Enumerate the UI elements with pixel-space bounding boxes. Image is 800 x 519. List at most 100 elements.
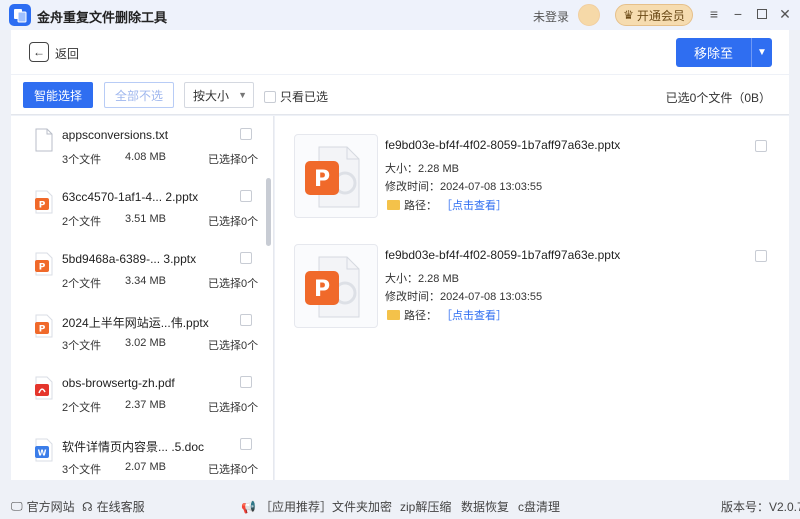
service-label: 在线客服: [96, 500, 145, 514]
avatar[interactable]: [578, 4, 600, 26]
file-size: 大小：2.28 MB: [385, 273, 459, 285]
group-checkbox[interactable]: [240, 438, 252, 450]
cclean-link[interactable]: c盘清理: [518, 498, 560, 515]
group-count: 3个文件: [62, 464, 102, 476]
monitor-icon: 🖵: [11, 499, 23, 513]
only-selected-toggle[interactable]: 只看已选: [264, 88, 328, 105]
group-selected: 已选择0个: [208, 340, 259, 352]
website-label: 官方网站: [26, 500, 75, 514]
view-path-link[interactable]: ［点击查看］: [441, 307, 507, 323]
group-name: 软件详情页内容景... .5.doc: [62, 440, 205, 454]
toolbar: 智能选择 全部不选 按大小 ▼ 只看已选 已选0个文件（0B）: [11, 75, 789, 115]
group-checkbox[interactable]: [240, 252, 252, 264]
only-selected-label: 只看已选: [280, 90, 329, 104]
back-button[interactable]: ←: [29, 42, 49, 62]
minimize-icon[interactable]: −: [730, 6, 746, 22]
title-bar: 金舟重复文件删除工具 未登录 ♛ 开通会员 ≡ − ✕: [0, 0, 800, 30]
pptx-preview-icon: P: [294, 134, 378, 218]
group-size: 2.07 MB: [125, 461, 166, 473]
doc-file-icon: W: [35, 438, 53, 462]
view-path-link[interactable]: ［点击查看］: [441, 197, 507, 213]
svg-text:W: W: [38, 449, 47, 458]
group-size: 2.37 MB: [125, 399, 166, 411]
recommend-label: ［应用推荐］: [259, 500, 332, 514]
group-list: appsconversions.txt 3个文件 4.08 MB 已选择0个 P…: [11, 116, 274, 480]
group-name: 2024上半年网站运...伟.pptx: [62, 316, 209, 330]
login-status[interactable]: 未登录: [533, 8, 569, 25]
close-icon[interactable]: ✕: [777, 6, 793, 22]
move-to-button[interactable]: 移除至 ▼: [676, 38, 772, 67]
svg-text:P: P: [39, 263, 46, 273]
group-item[interactable]: P 2024上半年网站运...伟.pptx 3个文件 3.02 MB 已选择0个: [11, 302, 266, 364]
path-label: 路径：: [404, 310, 437, 322]
group-item[interactable]: appsconversions.txt 3个文件 4.08 MB 已选择0个: [11, 116, 266, 178]
group-name: 63cc4570-1af1-4... 2.pptx: [62, 190, 199, 204]
chevron-down-icon: ▼: [238, 90, 247, 100]
group-count: 3个文件: [62, 154, 102, 166]
sort-value: 按大小: [193, 88, 230, 103]
group-selected: 已选择0个: [208, 402, 259, 414]
folder-icon: [387, 200, 400, 210]
group-checkbox[interactable]: [240, 376, 252, 388]
group-name: 5bd9468a-6389-... 3.pptx: [62, 252, 197, 266]
group-size: 3.02 MB: [125, 337, 166, 349]
chevron-down-icon[interactable]: ▼: [751, 38, 772, 67]
file-card[interactable]: P fe9bd03e-bf4f-4f02-8059-1b7aff97a63e.p…: [275, 134, 789, 234]
menu-icon[interactable]: ≡: [706, 6, 722, 22]
file-card[interactable]: P fe9bd03e-bf4f-4f02-8059-1b7aff97a63e.p…: [275, 244, 789, 344]
only-selected-checkbox[interactable]: [264, 90, 276, 103]
group-selected: 已选择0个: [208, 464, 259, 476]
vip-label: 开通会员: [636, 8, 685, 23]
service-link[interactable]: ☊ 在线客服: [82, 498, 145, 515]
group-selected: 已选择0个: [208, 216, 259, 228]
pptx-file-icon: P: [35, 314, 53, 338]
footer-bar: 🖵 官方网站 ☊ 在线客服 📢 ［应用推荐］ 文件夹加密 zip解压缩 数据恢复…: [0, 490, 800, 519]
group-checkbox[interactable]: [240, 190, 252, 202]
group-item[interactable]: P 5bd9468a-6389-... 3.pptx 2个文件 3.34 MB …: [11, 240, 266, 302]
group-count: 3个文件: [62, 340, 102, 352]
app-logo-icon: [9, 4, 31, 26]
pdf-file-icon: [35, 376, 53, 400]
website-link[interactable]: 🖵 官方网站: [11, 498, 75, 515]
file-detail-list: P fe9bd03e-bf4f-4f02-8059-1b7aff97a63e.p…: [275, 116, 789, 480]
group-size: 3.34 MB: [125, 275, 166, 287]
pptx-preview-icon: P: [294, 244, 378, 328]
vip-button[interactable]: ♛ 开通会员: [615, 4, 693, 26]
recommend-link[interactable]: 📢 ［应用推荐］: [241, 498, 332, 515]
zip-link[interactable]: zip解压缩: [400, 498, 451, 515]
group-checkbox[interactable]: [240, 314, 252, 326]
svg-text:P: P: [39, 201, 46, 211]
folder-icon: [387, 310, 400, 320]
group-item[interactable]: obs-browsertg-zh.pdf 2个文件 2.37 MB 已选择0个: [11, 364, 266, 426]
group-size: 4.08 MB: [125, 151, 166, 163]
arrow-left-icon: ←: [33, 45, 45, 59]
encrypt-link[interactable]: 文件夹加密: [332, 498, 392, 515]
group-size: 3.51 MB: [125, 213, 166, 225]
file-mtime: 修改时间：2024-07-08 13:03:55: [385, 181, 543, 193]
move-to-label[interactable]: 移除至: [676, 38, 751, 67]
file-checkbox[interactable]: [755, 250, 767, 262]
svg-text:P: P: [39, 325, 46, 335]
file-size: 大小：2.28 MB: [385, 163, 459, 175]
sort-select[interactable]: 按大小 ▼: [184, 82, 254, 108]
file-path-row: 路径： ［点击查看］: [387, 197, 507, 213]
app-title: 金舟重复文件删除工具: [37, 10, 168, 25]
back-label[interactable]: 返回: [55, 45, 79, 62]
selected-summary: 已选0个文件（0B）: [665, 91, 771, 105]
smart-select-button[interactable]: 智能选择: [23, 82, 93, 108]
svg-text:P: P: [314, 277, 330, 302]
group-checkbox[interactable]: [240, 128, 252, 140]
svg-text:P: P: [314, 167, 330, 192]
headset-icon: ☊: [82, 499, 93, 514]
group-item[interactable]: W 软件详情页内容景... .5.doc 3个文件 2.07 MB 已选择0个: [11, 426, 266, 480]
file-mtime: 修改时间：2024-07-08 13:03:55: [385, 291, 543, 303]
maximize-icon[interactable]: [754, 6, 770, 22]
group-count: 2个文件: [62, 402, 102, 414]
scrollbar-thumb[interactable]: [266, 178, 271, 246]
version-label: 版本号：V2.0.7: [721, 500, 800, 514]
file-checkbox[interactable]: [755, 140, 767, 152]
deselect-all-button[interactable]: 全部不选: [104, 82, 174, 108]
group-selected: 已选择0个: [208, 278, 259, 290]
group-item[interactable]: P 63cc4570-1af1-4... 2.pptx 2个文件 3.51 MB…: [11, 178, 266, 240]
recover-link[interactable]: 数据恢复: [461, 498, 509, 515]
